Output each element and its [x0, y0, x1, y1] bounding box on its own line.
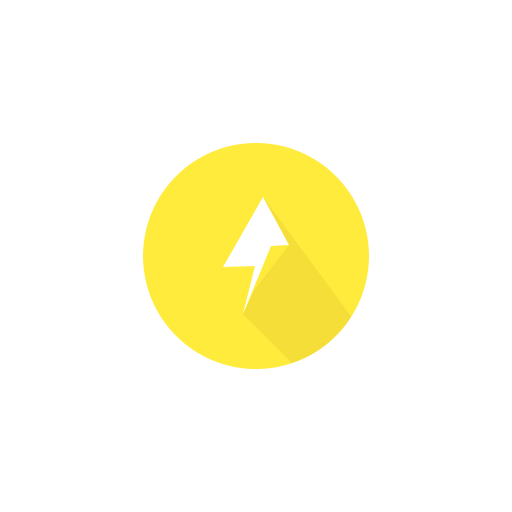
app-icon: [143, 143, 369, 369]
app-icon-canvas: [0, 0, 512, 512]
